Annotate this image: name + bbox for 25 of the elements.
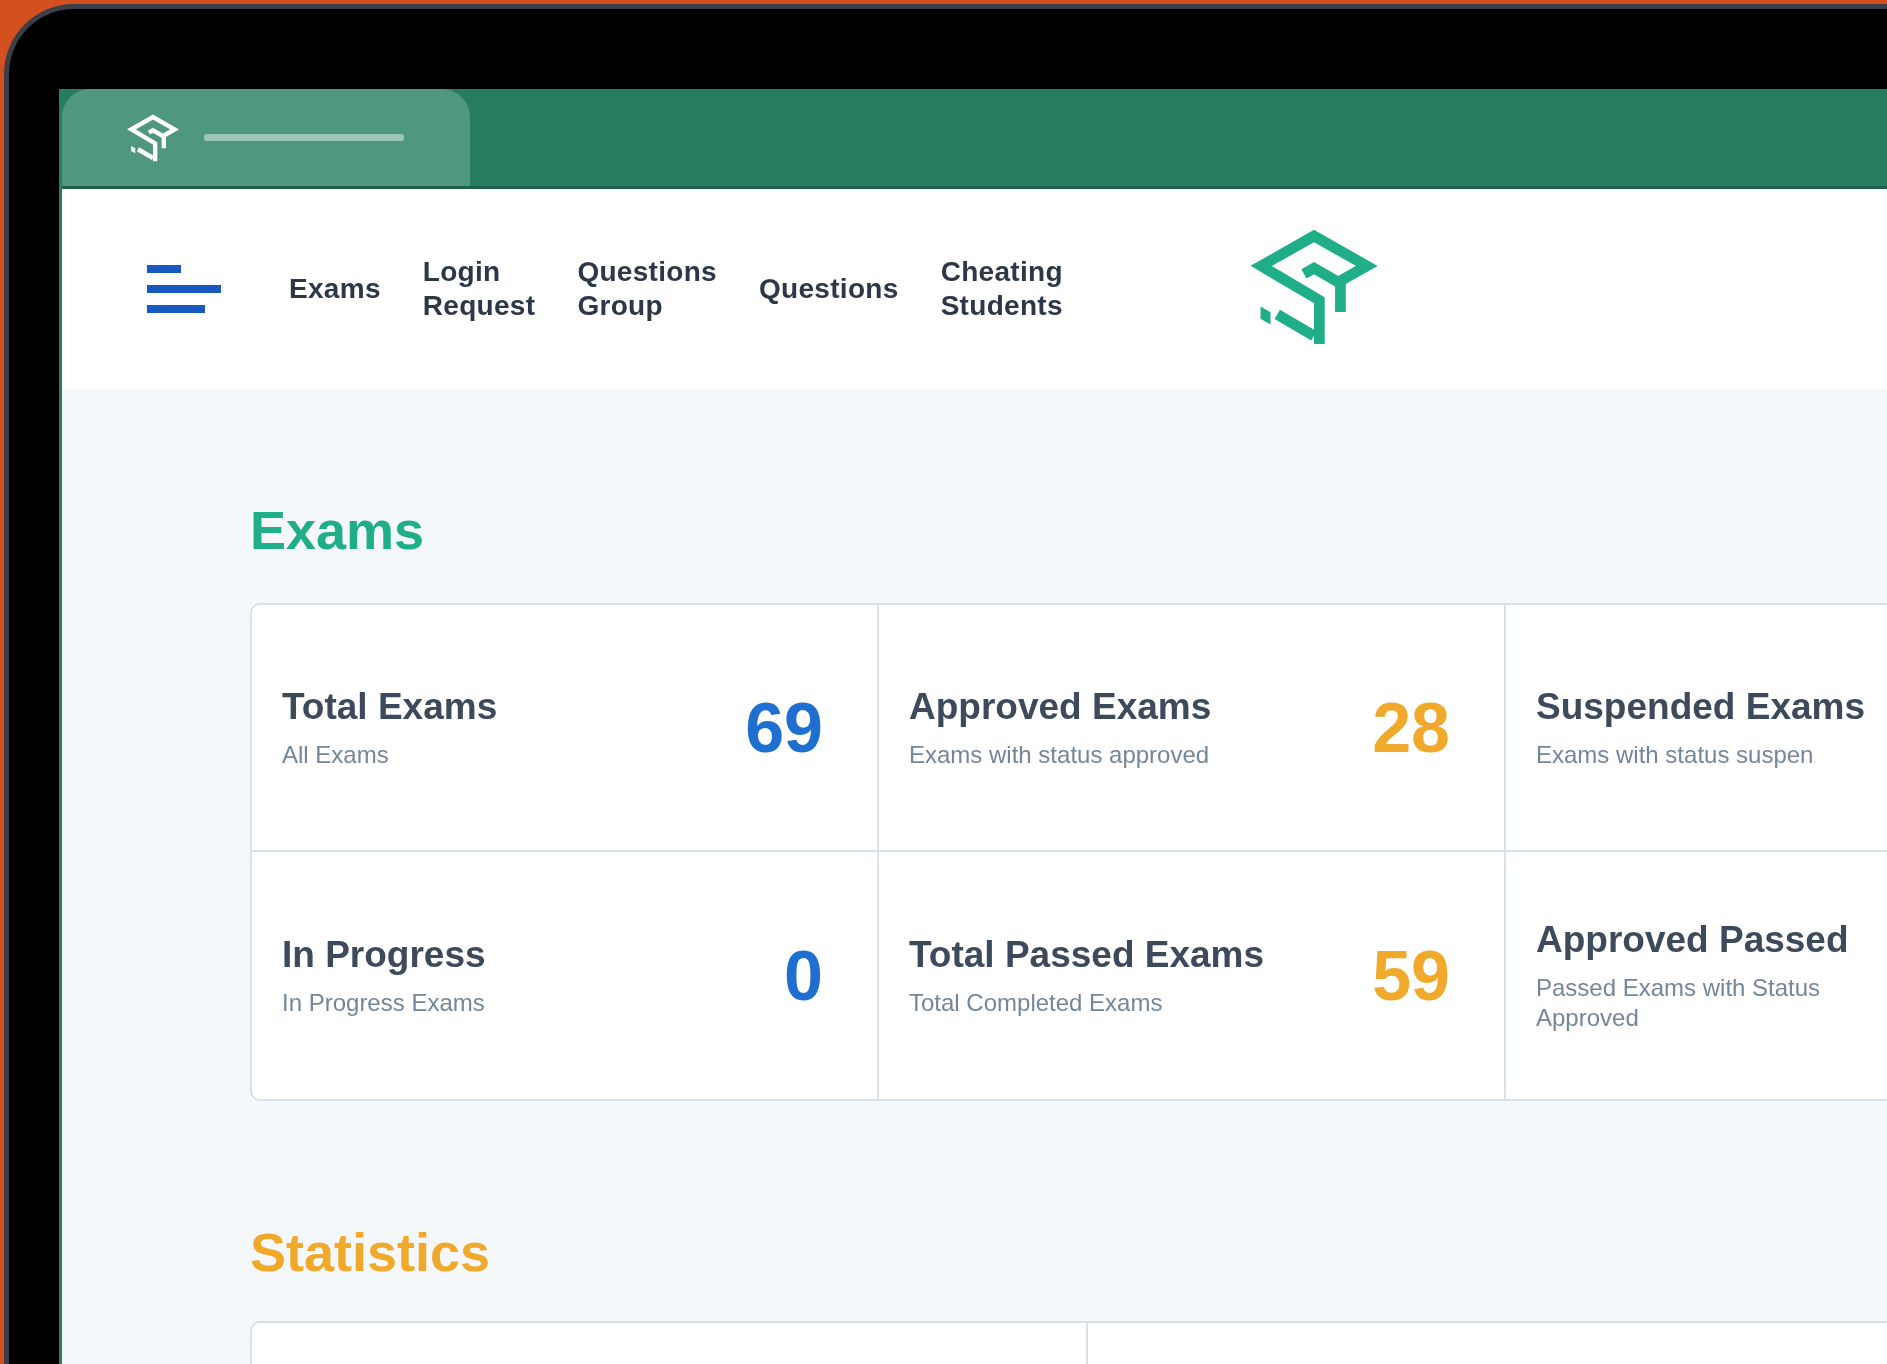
nav-link[interactable]: Questions [759,272,899,306]
nav-link[interactable]: Login Request [422,255,536,323]
nav-link[interactable]: Questions Group [577,255,717,323]
section-heading: Exams [250,499,426,561]
stat-value: 69 [745,687,823,768]
stat-value: 59 [1372,935,1450,1016]
nav-link[interactable]: Exams [289,272,381,306]
nav-link[interactable]: Cheating Students [940,255,1063,323]
stat-title: Suspended Exams [1536,685,1865,728]
stat-value: 28 [1372,687,1450,768]
stat-description: Passed Exams with Status Approved [1536,972,1822,1033]
stat-title: Approved Passed [1536,918,1850,961]
menu-button[interactable] [147,265,221,313]
stat-title: Total Passed Exams [909,933,1265,976]
stat-description: Exams with status suspen [1536,739,1815,770]
stat-description: Exams with status approved [909,739,1211,770]
stat-value: 0 [784,935,823,1016]
stat-description: Total Completed Exams [909,987,1164,1018]
stat-title: Approved Exams [909,685,1212,728]
section-heading: Statistics [250,1221,492,1283]
stat-title: Total Exams [282,685,498,728]
stat-description: All Exams [282,739,390,770]
graduation-cap-icon [126,112,180,163]
stat-title: In Progress [282,933,486,976]
stat-description: In Progress Exams [282,987,486,1018]
